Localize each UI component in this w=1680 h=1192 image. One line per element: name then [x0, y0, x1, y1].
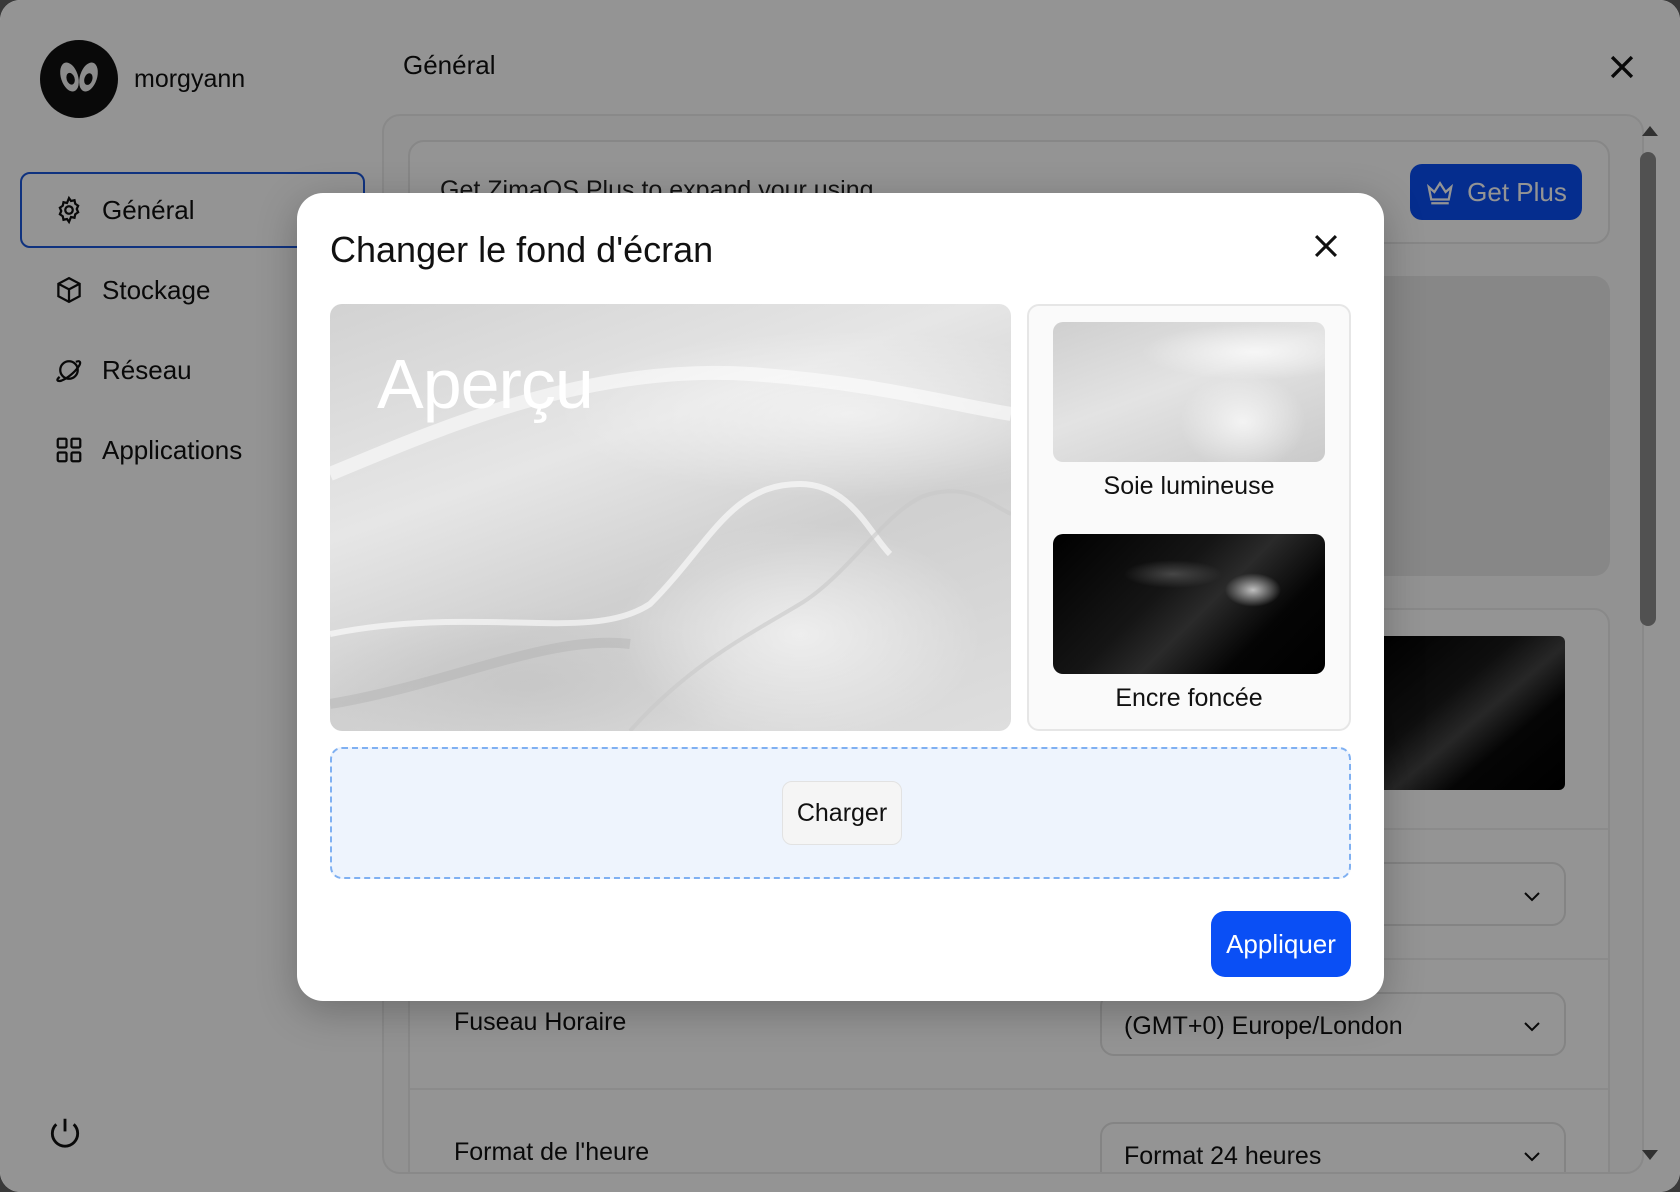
- wallpaper-thumbnail[interactable]: [1053, 534, 1325, 674]
- wallpaper-option-label: Soie lumineuse: [1103, 472, 1275, 500]
- close-icon[interactable]: [1309, 229, 1343, 263]
- upload-button[interactable]: Charger: [782, 781, 902, 845]
- change-wallpaper-dialog: Changer le fond d'écran Aperçu Soie lumi…: [297, 193, 1384, 1001]
- wallpaper-options: Soie lumineuse Encre foncée: [1027, 304, 1351, 731]
- preview-label: Aperçu: [377, 345, 594, 423]
- wallpaper-preview: Aperçu: [330, 304, 1011, 731]
- dialog-title: Changer le fond d'écran: [330, 229, 714, 270]
- wallpaper-option-label: Encre foncée: [1115, 684, 1263, 712]
- upload-dropzone[interactable]: Charger: [330, 747, 1351, 879]
- wallpaper-option-light[interactable]: Soie lumineuse: [1053, 322, 1325, 501]
- wallpaper-option-dark[interactable]: Encre foncée: [1053, 534, 1325, 713]
- wallpaper-thumbnail[interactable]: [1053, 322, 1325, 462]
- apply-button[interactable]: Appliquer: [1211, 911, 1351, 977]
